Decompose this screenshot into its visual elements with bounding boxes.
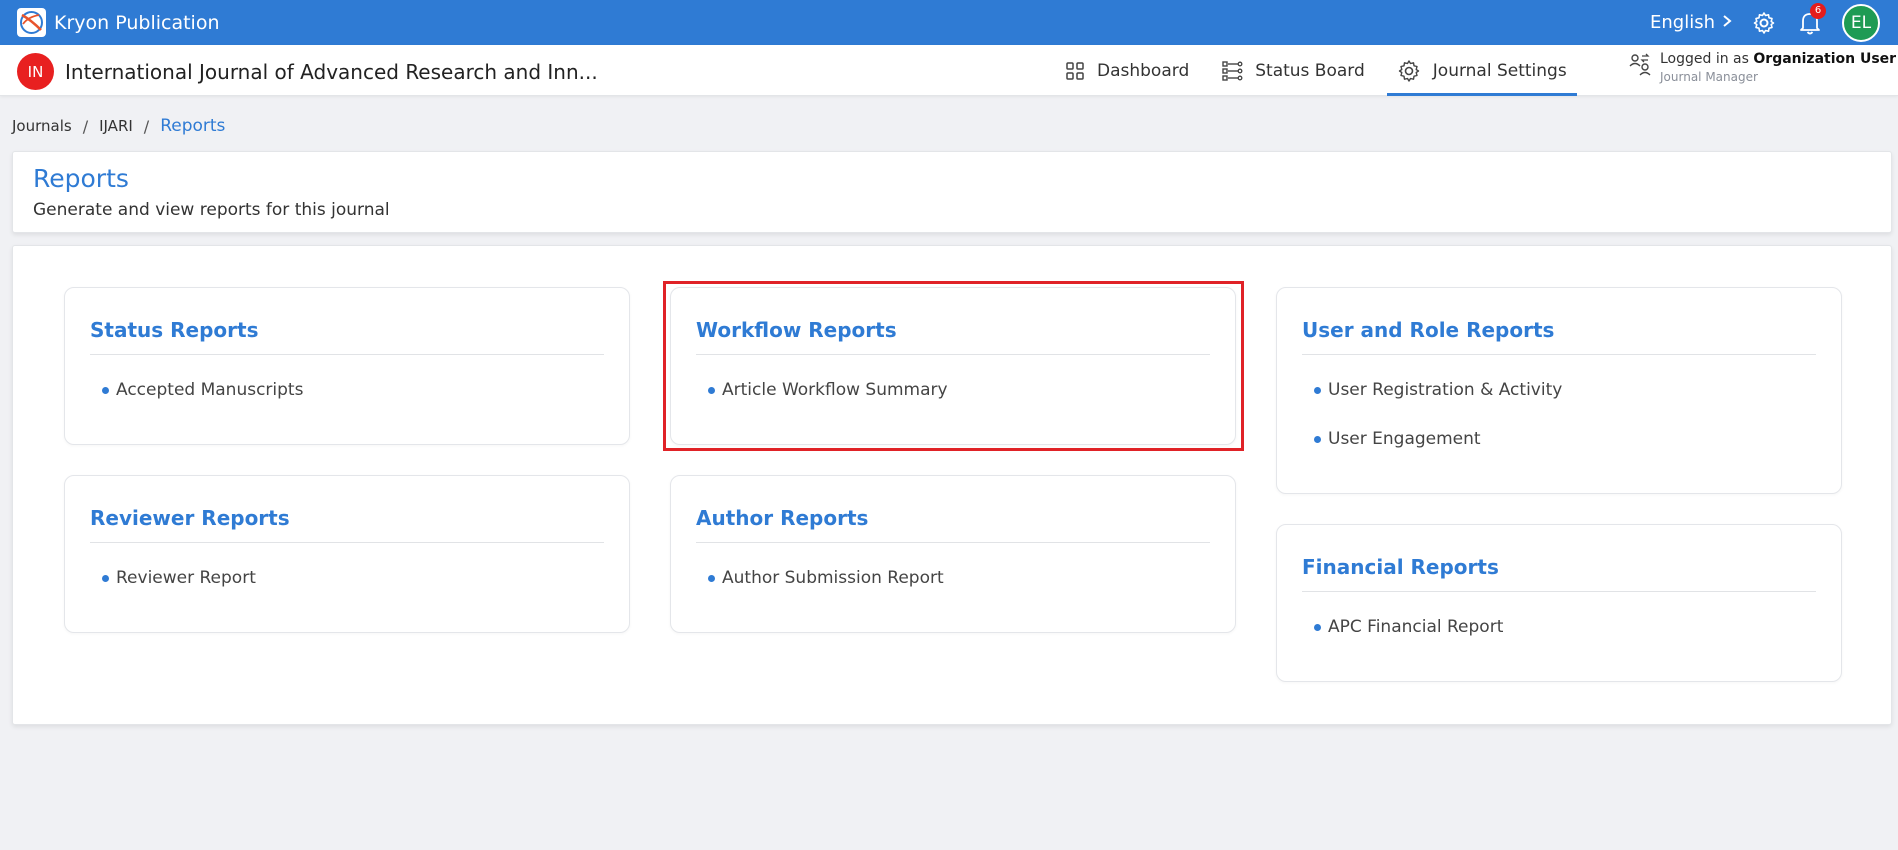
report-list: APC Financial Report	[1314, 617, 1503, 666]
bullet-icon	[102, 574, 109, 582]
reports-panel: Status Reports Accepted Manuscripts Work…	[12, 245, 1892, 725]
nav-journal-settings-label: Journal Settings	[1432, 60, 1567, 81]
report-link-label: User Engagement	[1328, 429, 1481, 449]
financial-reports-card: Financial Reports APC Financial Report	[1276, 524, 1842, 682]
card-title: Reviewer Reports	[90, 506, 290, 530]
bullet-icon	[708, 386, 715, 394]
switch-user-icon	[1629, 53, 1651, 76]
divider	[696, 542, 1210, 543]
bullet-icon	[1314, 623, 1321, 631]
report-link-apc-financial-report[interactable]: APC Financial Report	[1314, 617, 1503, 637]
page-subtitle: Generate and view reports for this journ…	[33, 200, 390, 220]
notification-count-badge: 6	[1810, 2, 1826, 19]
card-title: Workflow Reports	[696, 318, 897, 342]
breadcrumb: Journals / IJARI / Reports	[12, 116, 225, 136]
nav-status-board-label: Status Board	[1255, 60, 1365, 81]
author-reports-card: Author Reports Author Submission Report	[670, 475, 1236, 633]
chevron-right-icon	[1722, 12, 1732, 33]
report-link-label: Reviewer Report	[116, 568, 256, 588]
grid-icon	[1066, 61, 1084, 80]
bullet-icon	[1314, 435, 1321, 443]
report-link-label: User Registration & Activity	[1328, 380, 1563, 400]
card-title: Financial Reports	[1302, 555, 1499, 579]
report-list: Article Workflow Summary	[708, 380, 948, 429]
workflow-reports-card: Workflow Reports Article Workflow Summar…	[670, 287, 1236, 445]
report-link-user-engagement[interactable]: User Engagement	[1314, 429, 1562, 449]
status-reports-card: Status Reports Accepted Manuscripts	[64, 287, 630, 445]
card-title: User and Role Reports	[1302, 318, 1555, 342]
breadcrumb-reports: Reports	[160, 116, 226, 136]
gear-icon	[1398, 59, 1419, 82]
divider	[90, 542, 604, 543]
breadcrumb-separator: /	[143, 116, 150, 136]
divider	[696, 354, 1210, 355]
card-title: Status Reports	[90, 318, 259, 342]
report-link-reviewer-report[interactable]: Reviewer Report	[102, 568, 256, 588]
report-list: Author Submission Report	[708, 568, 944, 617]
language-label: English	[1650, 12, 1715, 33]
top-bar: Kryon Publication English 6 EL	[0, 0, 1898, 45]
breadcrumb-separator: /	[82, 116, 89, 136]
report-list: Accepted Manuscripts	[102, 380, 303, 429]
bullet-icon	[102, 386, 109, 394]
status-board-icon	[1222, 60, 1243, 81]
bullet-icon	[1314, 386, 1321, 394]
user-info[interactable]: Logged in as Organization User Journal M…	[1628, 51, 1896, 84]
nav-status-board[interactable]: Status Board	[1211, 45, 1375, 96]
nav-dashboard-label: Dashboard	[1097, 60, 1190, 81]
report-link-accepted-manuscripts[interactable]: Accepted Manuscripts	[102, 380, 303, 400]
breadcrumb-ijari[interactable]: IJARI	[99, 117, 133, 135]
journal-header: IN International Journal of Advanced Res…	[0, 45, 1898, 96]
report-link-user-registration-activity[interactable]: User Registration & Activity	[1314, 380, 1562, 400]
journal-badge: IN	[17, 53, 54, 90]
brand[interactable]: Kryon Publication	[17, 8, 220, 37]
page-title: Reports	[33, 164, 129, 193]
user-role-reports-card: User and Role Reports User Registration …	[1276, 287, 1842, 494]
report-list: User Registration & Activity User Engage…	[1314, 380, 1562, 478]
logged-in-prefix: Logged in as	[1660, 51, 1749, 67]
gear-icon	[1753, 11, 1775, 34]
main-nav: Dashboard Status Board Journal Settings	[1055, 45, 1589, 96]
report-link-label: Article Workflow Summary	[722, 380, 948, 400]
avatar[interactable]: EL	[1842, 3, 1880, 42]
divider	[1302, 591, 1816, 592]
report-link-label: Author Submission Report	[722, 568, 944, 588]
page-header-card: Reports Generate and view reports for th…	[12, 151, 1892, 233]
bullet-icon	[708, 574, 715, 582]
reviewer-reports-card: Reviewer Reports Reviewer Report	[64, 475, 630, 633]
report-link-label: Accepted Manuscripts	[116, 380, 304, 400]
report-link-label: APC Financial Report	[1328, 617, 1504, 637]
language-selector[interactable]: English	[1650, 12, 1732, 33]
report-list: Reviewer Report	[102, 568, 256, 617]
divider	[1302, 354, 1816, 355]
settings-button[interactable]	[1750, 9, 1778, 37]
brand-logo-icon	[17, 8, 46, 37]
breadcrumb-journals[interactable]: Journals	[12, 117, 72, 135]
nav-journal-settings[interactable]: Journal Settings	[1386, 45, 1577, 96]
report-link-author-submission-report[interactable]: Author Submission Report	[708, 568, 944, 588]
nav-dashboard[interactable]: Dashboard	[1055, 45, 1199, 96]
card-title: Author Reports	[696, 506, 869, 530]
journal-title: International Journal of Advanced Resear…	[65, 59, 598, 84]
divider	[90, 354, 604, 355]
journal-identity: IN International Journal of Advanced Res…	[17, 53, 598, 90]
user-name: Organization User	[1753, 51, 1897, 67]
report-link-article-workflow-summary[interactable]: Article Workflow Summary	[708, 380, 948, 400]
user-role: Journal Manager	[1660, 70, 1758, 84]
brand-name: Kryon Publication	[54, 11, 220, 34]
logged-in-label: Logged in as Organization User	[1660, 51, 1896, 67]
notifications-button[interactable]: 6	[1796, 2, 1826, 37]
